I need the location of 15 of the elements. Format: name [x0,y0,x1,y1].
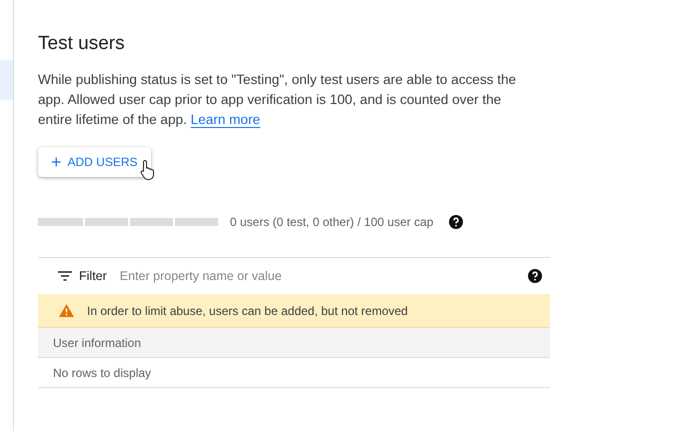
filter-label: Filter [79,269,107,283]
usage-reading: 0 users (0 test, 0 other) / 100 user cap [230,215,434,229]
hand-cursor-icon [140,159,156,181]
column-header: User information [53,336,142,350]
filter-icon [58,271,72,281]
description: While publishing status is set to "Testing", only test users are able to access the app. Allowed user cap prior to app verification is 100, and is counted over the entire lifetime of the app. Learn more [38,71,518,129]
empty-message: No rows to display [53,366,152,380]
help-icon[interactable] [528,269,542,283]
section-title: Test users [38,33,126,55]
warning-icon [59,304,74,317]
warning-text: In order to limit abuse, users can be added, but not removed [87,304,408,318]
help-icon[interactable] [449,215,464,229]
sidebar-highlight [0,60,13,100]
learn-more-link[interactable]: Learn more [190,112,260,127]
add-users-button[interactable]: + ADD USERS [38,147,151,177]
